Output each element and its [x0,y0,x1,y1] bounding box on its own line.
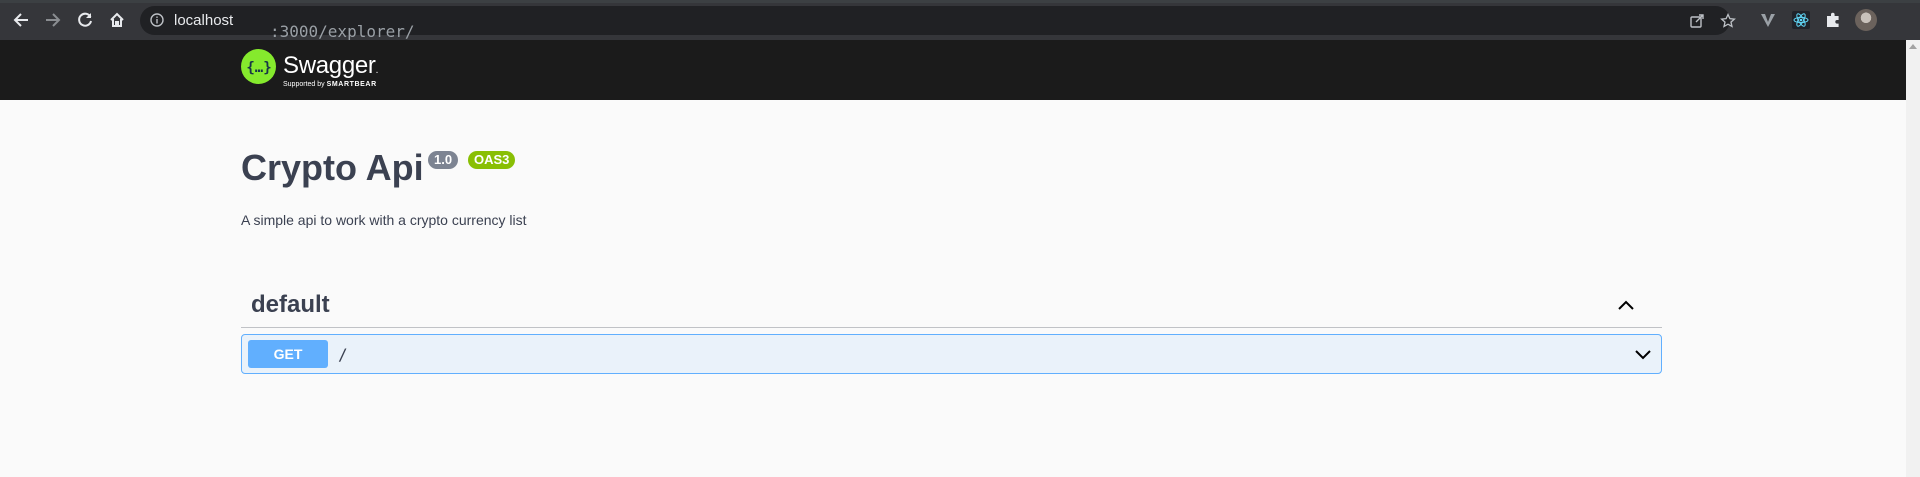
brand-supported-by: Supported by SMARTBEAR [283,81,377,88]
smartbear-text: SMARTBEAR [326,81,377,88]
svg-text:{…}: {…} [246,60,271,76]
reload-icon[interactable] [75,10,95,30]
back-arrow-icon[interactable] [11,10,31,30]
supported-by-text: Supported by [283,81,325,88]
chevron-down-icon[interactable] [1633,345,1653,365]
react-devtools-icon[interactable] [1791,10,1811,30]
forward-arrow-icon[interactable] [43,10,63,30]
swagger-logo-icon: {…} [241,49,276,84]
tag-name[interactable]: default [251,291,330,319]
tag-section-header[interactable]: default [241,285,1662,328]
method-badge[interactable]: GET [248,340,328,368]
tab-strip-edge [0,0,1920,3]
scroll-up-arrow-icon[interactable] [1909,44,1917,49]
profile-avatar[interactable] [1855,9,1877,31]
info-icon[interactable] [150,13,164,27]
api-title: Crypto Api [241,147,424,188]
browser-toolbar: localhost :3000/explorer/ [0,0,1920,41]
chevron-up-icon[interactable] [1616,295,1636,315]
brand-name-text: Swagger [283,52,376,79]
url-path: :3000/explorer/ [270,22,415,41]
page-scrollbar[interactable] [1906,40,1920,477]
url-text[interactable]: localhost :3000/explorer/ [174,12,415,41]
swagger-topbar: {…} Swagger. Supported by SMARTBEAR [0,40,1906,100]
url-host: localhost [174,12,234,29]
api-description: A simple api to work with a crypto curre… [241,212,527,228]
operation-get-root[interactable]: GET / [241,334,1662,374]
operation-path[interactable]: / [338,345,348,364]
brand-tm: . [375,65,379,76]
address-bar[interactable]: localhost :3000/explorer/ [140,6,1736,41]
oas-badge: OAS3 [468,151,516,169]
share-icon[interactable] [1689,13,1705,29]
brand-name: Swagger. [283,52,378,80]
extension-v-icon[interactable] [1758,10,1778,30]
version-badge: 1.0 [428,151,459,169]
star-icon[interactable] [1720,12,1736,29]
home-icon[interactable] [107,10,127,30]
puzzle-icon[interactable] [1823,10,1843,30]
